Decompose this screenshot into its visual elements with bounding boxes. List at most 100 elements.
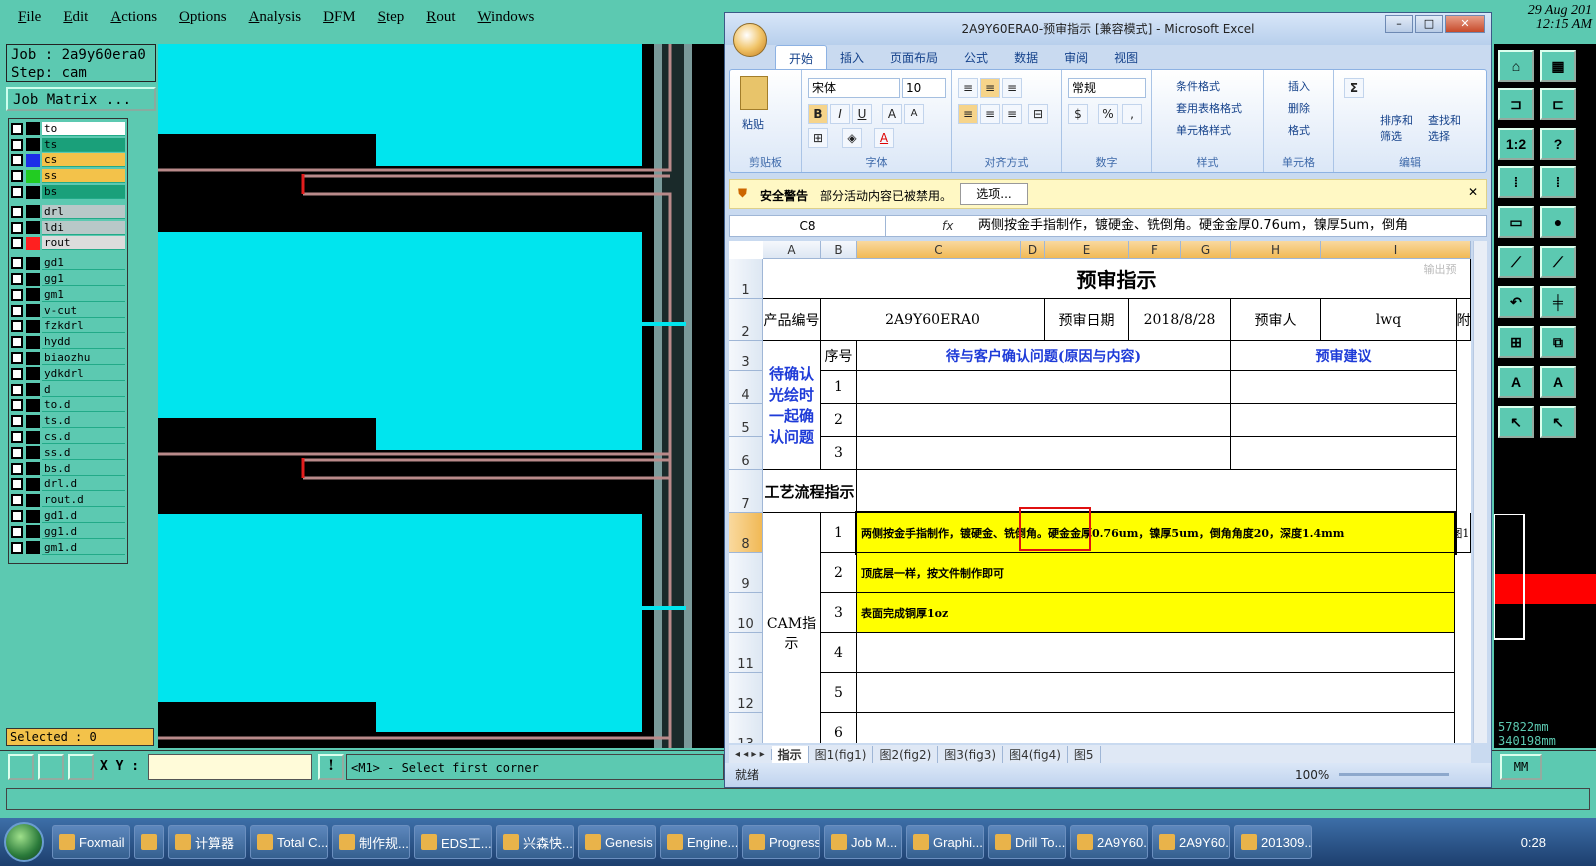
layer-row[interactable]: ldi [11, 220, 125, 236]
pad-icon[interactable]: ● [1540, 206, 1576, 238]
layer-checkbox[interactable] [11, 510, 23, 523]
taskbar-item[interactable]: 201309... [1234, 825, 1312, 859]
cam-seq[interactable]: 5 [821, 673, 857, 713]
figure-link[interactable]: 图1( [1455, 513, 1471, 553]
formula-input[interactable]: 两侧按金手指制作，镀硬金、铣倒角。硬金金厚0.76um，镍厚5um，倒角 [974, 216, 1466, 236]
process-cell[interactable] [857, 470, 1457, 513]
cell-style-button[interactable]: 单元格样式 [1176, 122, 1231, 138]
seq-header[interactable]: 序号 [821, 341, 857, 371]
align-right-icon[interactable]: ≡ [1002, 104, 1022, 124]
layer-checkbox[interactable] [11, 205, 23, 218]
layer-checkbox[interactable] [11, 415, 23, 428]
cam-seq[interactable]: 2 [821, 553, 857, 593]
menu-dfm[interactable]: DFM [323, 9, 356, 26]
font-size-select[interactable]: 10 [902, 78, 946, 98]
maximize-icon[interactable]: □ [1415, 15, 1443, 33]
vertical-scrollbar[interactable] [1473, 241, 1487, 743]
menu-rout[interactable]: Rout [426, 9, 455, 26]
taskbar-item[interactable]: EDS工... [414, 825, 492, 859]
layer-checkbox[interactable] [11, 352, 23, 365]
layer-row[interactable]: fzkdrl [11, 319, 125, 335]
tab-5[interactable]: 审阅 [1051, 45, 1101, 69]
cam-instruction[interactable]: 两侧按金手指制作，镀硬金、铣倒角。硬金金厚0.76um，镍厚5um，倒角角度20… [855, 511, 1457, 555]
layer-checkbox[interactable] [11, 221, 23, 234]
layer-checkbox[interactable] [11, 170, 23, 183]
tab-2[interactable]: 页面布局 [877, 45, 951, 69]
zoom-icon[interactable]: ⊐ [1498, 88, 1534, 120]
start-button[interactable] [4, 822, 44, 862]
layer-row[interactable]: bs [11, 184, 125, 200]
layer-checkbox[interactable] [11, 304, 23, 317]
seq-number[interactable]: 2 [821, 404, 857, 437]
comma-icon[interactable]: , [1122, 104, 1142, 124]
row-header[interactable]: 6 [729, 437, 763, 470]
find-select-button[interactable]: 查找和 选择 [1428, 112, 1461, 144]
fx-icon[interactable]: fx [890, 216, 970, 236]
options-button[interactable]: 选项... [960, 183, 1028, 205]
font-color-button[interactable]: A [874, 128, 894, 148]
suggest-cell[interactable] [1231, 404, 1457, 437]
row-header[interactable]: 12 [729, 673, 763, 713]
column-header[interactable]: I [1321, 241, 1471, 259]
layer-row[interactable]: gm1 [11, 287, 125, 303]
snap-icon[interactable]: ╪ [1540, 286, 1576, 318]
cam-seq[interactable]: 6 [821, 713, 857, 743]
align-center-icon[interactable]: ≡ [980, 104, 1000, 124]
layer-checkbox[interactable] [11, 237, 23, 250]
point-icon[interactable]: ⟋ [1540, 246, 1576, 278]
layer-row[interactable]: to [11, 121, 125, 137]
help-icon[interactable]: ? [1540, 128, 1576, 160]
line-icon[interactable]: ⟋ [1498, 246, 1534, 278]
taskbar-item[interactable]: Graphi... [906, 825, 984, 859]
table-format-button[interactable]: 套用表格格式 [1176, 100, 1242, 116]
paste-icon[interactable] [740, 76, 768, 110]
layer-row[interactable]: ydkdrl [11, 366, 125, 382]
sheet-tab[interactable]: 指示 [771, 745, 809, 763]
menu-actions[interactable]: Actions [110, 9, 157, 26]
alert-icon[interactable]: ! [318, 754, 344, 780]
taskbar-item[interactable]: 2A9Y60... [1152, 825, 1230, 859]
sheet-tab[interactable]: 图5 [1068, 745, 1101, 763]
layer-row[interactable]: drl.d [11, 477, 125, 493]
minimize-icon[interactable]: – [1385, 15, 1413, 33]
layer-checkbox[interactable] [11, 367, 23, 380]
bold-button[interactable]: B [808, 104, 828, 124]
sheet-tab[interactable]: 图2(fig2) [873, 745, 939, 763]
taskbar-item[interactable]: 计算器 [168, 825, 246, 859]
menu-file[interactable]: File [18, 9, 41, 26]
currency-icon[interactable]: $ [1068, 104, 1088, 124]
row-header[interactable]: 2 [729, 299, 763, 341]
layer-row[interactable]: gg1 [11, 271, 125, 287]
taskbar-item[interactable]: 2A9Y60... [1070, 825, 1148, 859]
layer-row[interactable]: gg1.d [11, 524, 125, 540]
sheet-nav[interactable]: ◂ ◂ ▸ ▸ [729, 748, 772, 760]
row-header[interactable]: 11 [729, 633, 763, 673]
layer-checkbox[interactable] [11, 320, 23, 333]
close-icon[interactable]: ✕ [1445, 15, 1485, 33]
tab-6[interactable]: 视图 [1101, 45, 1151, 69]
align-left-icon[interactable]: ≡ [958, 104, 978, 124]
job-matrix-button[interactable]: Job Matrix ... [6, 87, 156, 111]
taskbar-item[interactable]: Job M... [824, 825, 902, 859]
row-header[interactable]: 3 [729, 341, 763, 371]
sheet-title[interactable]: 预审指示 [763, 259, 1471, 299]
column-header[interactable]: F [1129, 241, 1181, 259]
cam-instruction[interactable] [857, 673, 1455, 713]
layer-row[interactable]: rout [11, 236, 125, 252]
grid-tool-icon[interactable] [68, 754, 94, 780]
taskbar-item[interactable]: 兴森快... [496, 825, 574, 859]
seq-number[interactable]: 1 [821, 371, 857, 404]
column-header[interactable]: C [857, 241, 1021, 259]
layer-checkbox[interactable] [11, 122, 23, 135]
date-value[interactable]: 2018/8/28 [1129, 299, 1231, 341]
sum-icon[interactable]: Σ [1344, 78, 1364, 98]
cam-seq[interactable]: 3 [821, 593, 857, 633]
border-button[interactable]: ⊞ [808, 128, 828, 148]
close-icon[interactable]: ✕ [1468, 185, 1478, 199]
percent-icon[interactable]: % [1098, 104, 1118, 124]
tab-4[interactable]: 数据 [1001, 45, 1051, 69]
column-header[interactable]: H [1231, 241, 1321, 259]
row-header[interactable]: 1 [729, 259, 763, 299]
graphic-canvas[interactable] [158, 44, 724, 748]
layer-checkbox[interactable] [11, 383, 23, 396]
